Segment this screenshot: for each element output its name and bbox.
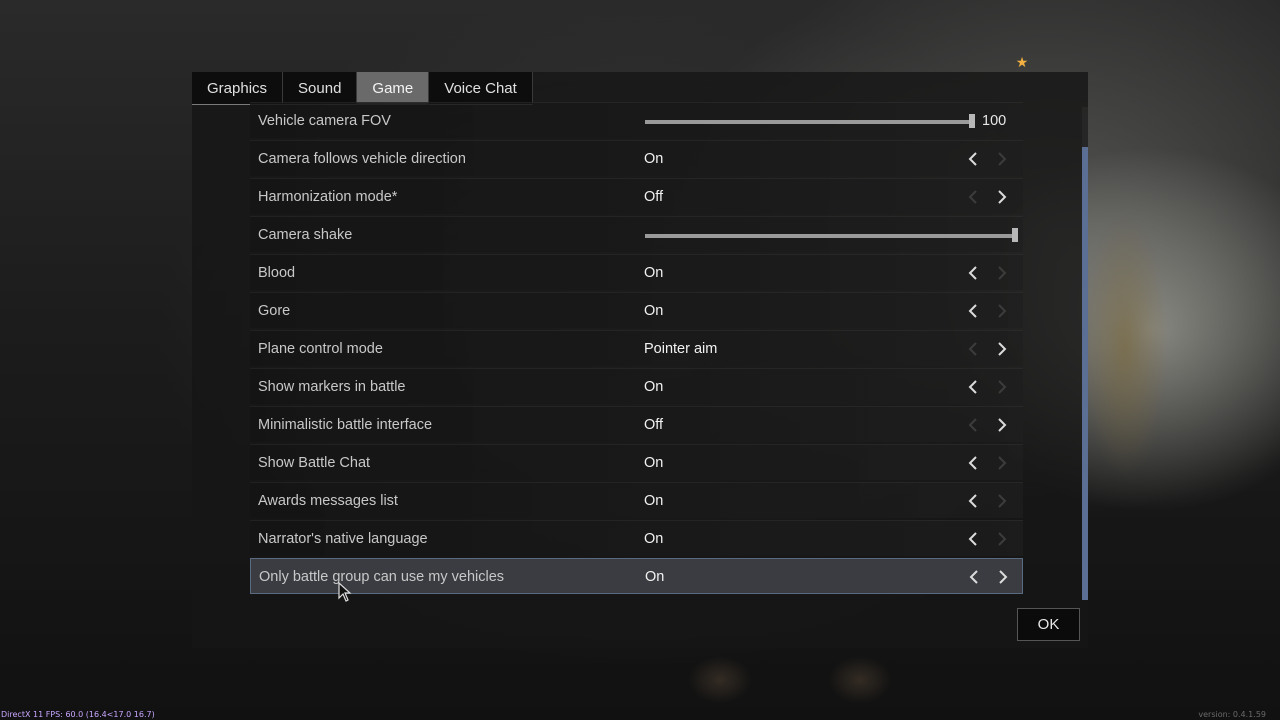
setting-label: Show markers in battle: [258, 379, 406, 395]
slider-thumb[interactable]: [1012, 228, 1018, 242]
setting-value: On: [644, 151, 664, 167]
setting-label: Vehicle camera FOV: [258, 113, 391, 129]
settings-list: Vehicle camera FOV 100 Camera follows vehi…: [250, 102, 1023, 602]
slider-track[interactable]: [645, 120, 975, 124]
character-boots-background: [680, 640, 900, 720]
chevron-left-icon[interactable]: [965, 188, 983, 206]
settings-dialog: Graphics Sound Game Voice Chat Vehicle came…: [192, 72, 1088, 648]
settings-scrollbar[interactable]: [1082, 107, 1088, 600]
setting-label: Plane control mode: [258, 341, 383, 357]
setting-value: On: [644, 493, 664, 509]
chevron-left-icon[interactable]: [965, 492, 983, 510]
setting-value: On: [644, 455, 664, 471]
setting-label: Gore: [258, 303, 291, 319]
setting-label: Minimalistic battle interface: [258, 417, 433, 433]
setting-label: Show Battle Chat: [258, 455, 371, 471]
chevron-right-icon[interactable]: [992, 492, 1010, 510]
tab-voice-chat[interactable]: Voice Chat: [429, 72, 533, 105]
setting-row[interactable]: Gore On: [250, 292, 1023, 328]
setting-value: Off: [644, 189, 664, 205]
setting-label: Camera follows vehicle direction: [258, 151, 466, 167]
ok-button[interactable]: OK: [1017, 608, 1080, 641]
chevron-right-icon[interactable]: [992, 454, 1010, 472]
setting-value: On: [644, 379, 664, 395]
christmas-tree-background: [1085, 180, 1195, 510]
slider-value: 100: [982, 113, 1007, 129]
chevron-right-icon[interactable]: [992, 188, 1010, 206]
setting-row[interactable]: Show markers in battle On: [250, 368, 1023, 404]
setting-value: Off: [644, 417, 664, 433]
chevron-left-icon[interactable]: [965, 302, 983, 320]
setting-label: Camera shake: [258, 227, 353, 243]
setting-row[interactable]: Blood On: [250, 254, 1023, 290]
setting-label: Narrator's native language: [258, 531, 428, 547]
setting-value: Pointer aim: [644, 341, 718, 357]
chevron-left-icon[interactable]: [965, 264, 983, 282]
tab-graphics[interactable]: Graphics: [192, 72, 284, 105]
setting-row[interactable]: Only battle group can use my vehicles On: [250, 558, 1023, 594]
setting-row[interactable]: Camera shake: [250, 216, 1023, 252]
setting-label: Blood: [258, 265, 296, 281]
scrollbar-thumb[interactable]: [1082, 147, 1088, 600]
chevron-left-icon[interactable]: [965, 454, 983, 472]
setting-row[interactable]: Vehicle camera FOV 100: [250, 102, 1023, 138]
setting-value: On: [645, 569, 665, 585]
setting-value: On: [644, 265, 664, 281]
star-decoration-icon: ★: [1015, 54, 1029, 70]
setting-label: Awards messages list: [258, 493, 398, 509]
setting-row[interactable]: Minimalistic battle interface Off: [250, 406, 1023, 442]
mouse-cursor-icon: [338, 582, 352, 602]
setting-value: On: [644, 531, 664, 547]
setting-label: Only battle group can use my vehicles: [259, 569, 505, 585]
chevron-left-icon[interactable]: [965, 378, 983, 396]
tab-game[interactable]: Game: [357, 72, 430, 105]
fps-counter: DirectX 11 FPS: 60.0 (16.4<17.0 16.7): [1, 710, 155, 719]
chevron-right-icon[interactable]: [993, 568, 1011, 586]
setting-value: On: [644, 303, 664, 319]
chevron-right-icon[interactable]: [992, 340, 1010, 358]
slider-thumb[interactable]: [969, 114, 975, 128]
chevron-left-icon[interactable]: [965, 416, 983, 434]
chevron-right-icon[interactable]: [992, 416, 1010, 434]
setting-row[interactable]: Plane control mode Pointer aim: [250, 330, 1023, 366]
setting-row[interactable]: Show Battle Chat On: [250, 444, 1023, 480]
chevron-left-icon[interactable]: [966, 568, 984, 586]
chevron-right-icon[interactable]: [992, 150, 1010, 168]
setting-row[interactable]: Narrator's native language On: [250, 520, 1023, 556]
chevron-right-icon[interactable]: [992, 530, 1010, 548]
setting-label: Harmonization mode*: [258, 189, 398, 205]
setting-row[interactable]: Awards messages list On: [250, 482, 1023, 518]
chevron-left-icon[interactable]: [965, 150, 983, 168]
chevron-left-icon[interactable]: [965, 340, 983, 358]
chevron-right-icon[interactable]: [992, 378, 1010, 396]
chevron-right-icon[interactable]: [992, 302, 1010, 320]
setting-row[interactable]: Camera follows vehicle direction On: [250, 140, 1023, 176]
settings-tabs: Graphics Sound Game Voice Chat: [192, 72, 533, 105]
chevron-right-icon[interactable]: [992, 264, 1010, 282]
setting-row[interactable]: Harmonization mode* Off: [250, 178, 1023, 214]
version-label: version: 0.4.1.59: [1198, 710, 1266, 719]
slider-track[interactable]: [645, 234, 1015, 238]
tab-sound[interactable]: Sound: [283, 72, 358, 105]
chevron-left-icon[interactable]: [965, 530, 983, 548]
